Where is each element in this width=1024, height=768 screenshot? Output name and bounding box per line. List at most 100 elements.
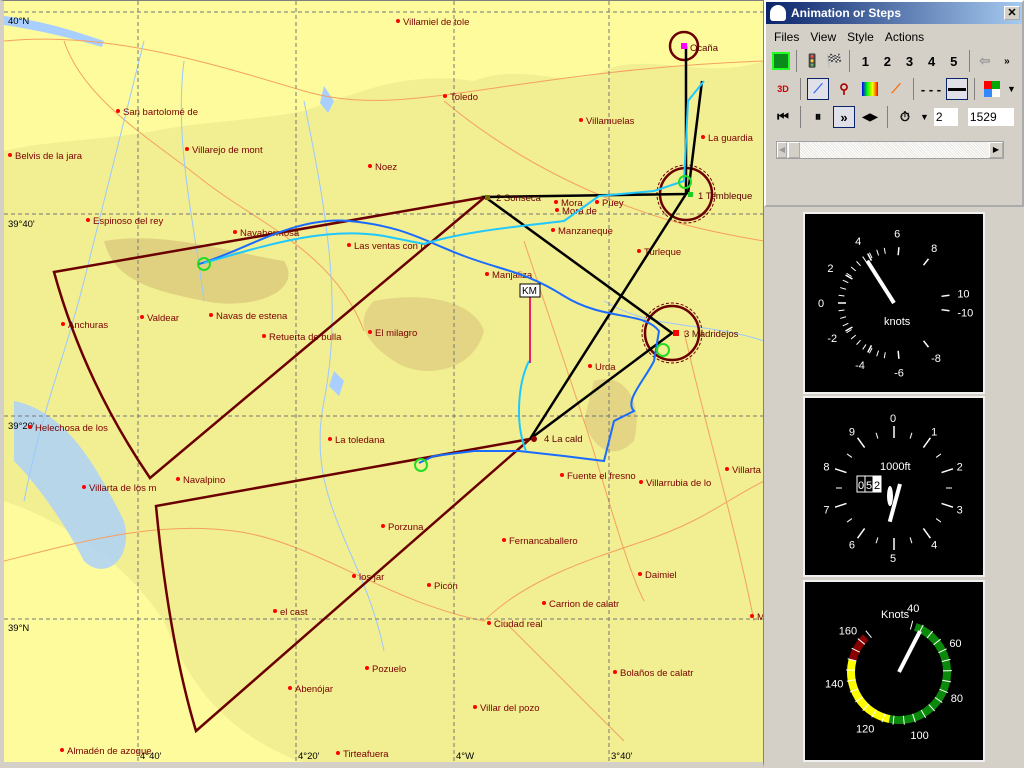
gauge-tick bbox=[840, 287, 847, 290]
city-dot bbox=[233, 230, 237, 234]
city-label: Ma bbox=[757, 612, 764, 623]
finish-flag-icon[interactable]: 🏁 bbox=[825, 50, 843, 72]
city-label: Valdear bbox=[147, 313, 179, 324]
traffic-light-icon[interactable]: 🚦 bbox=[803, 50, 821, 72]
stopwatch-dropdown-icon[interactable]: ▼ bbox=[920, 112, 929, 122]
time-input[interactable]: 1529 bbox=[966, 107, 1015, 127]
scroll-thumb[interactable] bbox=[788, 142, 800, 158]
gauge-tick bbox=[876, 350, 880, 357]
gauge-tick bbox=[846, 453, 853, 458]
menu-style[interactable]: Style bbox=[847, 30, 874, 44]
gauge-tick bbox=[941, 294, 950, 298]
solid-line-icon[interactable] bbox=[946, 78, 968, 100]
city-dot bbox=[82, 485, 86, 489]
gauge-tick bbox=[838, 309, 845, 312]
city-dot bbox=[638, 572, 642, 576]
pin-track-icon[interactable]: ⚲ bbox=[833, 78, 855, 100]
task-4-button[interactable]: 4 bbox=[923, 50, 941, 72]
drum-digit: 0 bbox=[858, 480, 864, 492]
menu-view[interactable]: View bbox=[810, 30, 836, 44]
stopwatch-icon[interactable]: ⏱ bbox=[894, 106, 916, 128]
city-dot bbox=[262, 334, 266, 338]
rainbow-icon[interactable] bbox=[859, 78, 881, 100]
time-scrollbar[interactable]: ◀ ▶ bbox=[776, 141, 1004, 159]
gradient-line-icon[interactable]: ⟋ bbox=[885, 78, 907, 100]
gauge-tick bbox=[922, 340, 930, 348]
app-icon bbox=[770, 5, 786, 21]
city-dot bbox=[443, 94, 447, 98]
gauge-tick bbox=[850, 266, 857, 272]
city-dot bbox=[209, 313, 213, 317]
gauge-tick bbox=[840, 316, 847, 319]
svg-text:40°N: 40°N bbox=[8, 16, 29, 27]
svg-text:4°W: 4°W bbox=[456, 751, 474, 762]
menu-actions[interactable]: Actions bbox=[885, 30, 924, 44]
dashed-line-icon[interactable]: - - - bbox=[920, 78, 942, 100]
gauge-tick bbox=[856, 339, 861, 345]
task-icon[interactable] bbox=[772, 50, 791, 72]
back-arrow-icon[interactable]: ⇦ bbox=[976, 50, 994, 72]
3d-barogram-icon[interactable]: 3D bbox=[772, 78, 794, 100]
city-dot bbox=[701, 135, 705, 139]
altimeter-gauge: 0 1 2 3 4 5 6 7 8 9 1000ft 0 5 2 bbox=[803, 396, 985, 577]
menu-files[interactable]: Files bbox=[774, 30, 799, 44]
city-label: Villarta d bbox=[732, 465, 764, 476]
city-dot bbox=[368, 330, 372, 334]
speed-input[interactable]: 2 bbox=[932, 107, 959, 127]
task-1-button[interactable]: 1 bbox=[856, 50, 874, 72]
gauge-tick bbox=[856, 261, 861, 267]
close-button[interactable]: ✕ bbox=[1004, 6, 1020, 20]
gauge-tick-label: 140 bbox=[825, 678, 843, 690]
city-label: Fuente el fresno bbox=[567, 471, 636, 482]
gauge-tick-label: 4 bbox=[855, 236, 861, 248]
scroll-right-icon[interactable]: ▶ bbox=[989, 142, 1003, 158]
pause-icon[interactable]: ⏸ bbox=[807, 106, 829, 128]
gauge-tick bbox=[838, 294, 845, 297]
city-dot bbox=[750, 614, 754, 618]
city-label: Noez bbox=[375, 162, 397, 173]
rewind-icon[interactable]: ⏮ bbox=[772, 106, 794, 128]
city-dot bbox=[61, 322, 65, 326]
gauge-tick-label: 9 bbox=[849, 426, 855, 438]
overflow-chevron-icon[interactable]: » bbox=[998, 50, 1016, 72]
gauge-tick-label: 10 bbox=[957, 288, 969, 300]
city-dot bbox=[485, 272, 489, 276]
gauge-tick bbox=[856, 528, 866, 539]
gauge-tick bbox=[941, 468, 954, 474]
gauge-tick bbox=[909, 620, 914, 630]
gauge-tick bbox=[941, 502, 954, 508]
city-dot bbox=[487, 621, 491, 625]
fast-forward-icon[interactable]: » bbox=[833, 106, 855, 128]
city-dot bbox=[273, 609, 277, 613]
scroll-left-icon[interactable]: ◀ bbox=[777, 142, 787, 158]
city-dot bbox=[8, 153, 12, 157]
variometer-gauge: 0 2 4 6 8 10 -10 -8 -6 -4 -2 knots bbox=[803, 212, 985, 394]
task-3-button[interactable]: 3 bbox=[900, 50, 918, 72]
color-palette-icon[interactable] bbox=[981, 78, 1003, 100]
city-dot bbox=[86, 218, 90, 222]
task-5-button[interactable]: 5 bbox=[945, 50, 963, 72]
city-label: Retuerta de bulla bbox=[269, 332, 342, 343]
gauge-tick-label: 7 bbox=[823, 505, 829, 517]
gauge-tick-label: 0 bbox=[890, 413, 896, 425]
gauge-tick bbox=[845, 274, 853, 280]
city-label: Tirteafuera bbox=[343, 749, 389, 760]
city-dot bbox=[725, 467, 729, 471]
city-label: Villarejo de mont bbox=[192, 145, 263, 156]
map-view[interactable]: 40°N 39°40' 39°20' 39°N 4°40' 4°20' 4°W 3°40… bbox=[0, 0, 764, 768]
step-both-icon[interactable]: ◀▶ bbox=[859, 106, 881, 128]
gauge-tick bbox=[875, 432, 879, 439]
gauge-tick bbox=[883, 352, 886, 359]
task-2-button[interactable]: 2 bbox=[878, 50, 896, 72]
gauge-unit: Knots bbox=[881, 609, 910, 621]
city-label: Puey bbox=[602, 198, 624, 209]
palette-dropdown-icon[interactable]: ▼ bbox=[1007, 84, 1016, 94]
svg-text:4 La cald: 4 La cald bbox=[544, 434, 583, 445]
gauge-tick-label: -6 bbox=[894, 368, 904, 380]
city-dot bbox=[560, 473, 564, 477]
gauge-tick bbox=[876, 249, 880, 256]
track-color-icon[interactable]: ⟋ bbox=[807, 78, 829, 100]
city-label: La toledana bbox=[335, 435, 385, 446]
gauge-tick-label: 80 bbox=[951, 693, 963, 705]
city-label: Porzuna bbox=[388, 522, 424, 533]
